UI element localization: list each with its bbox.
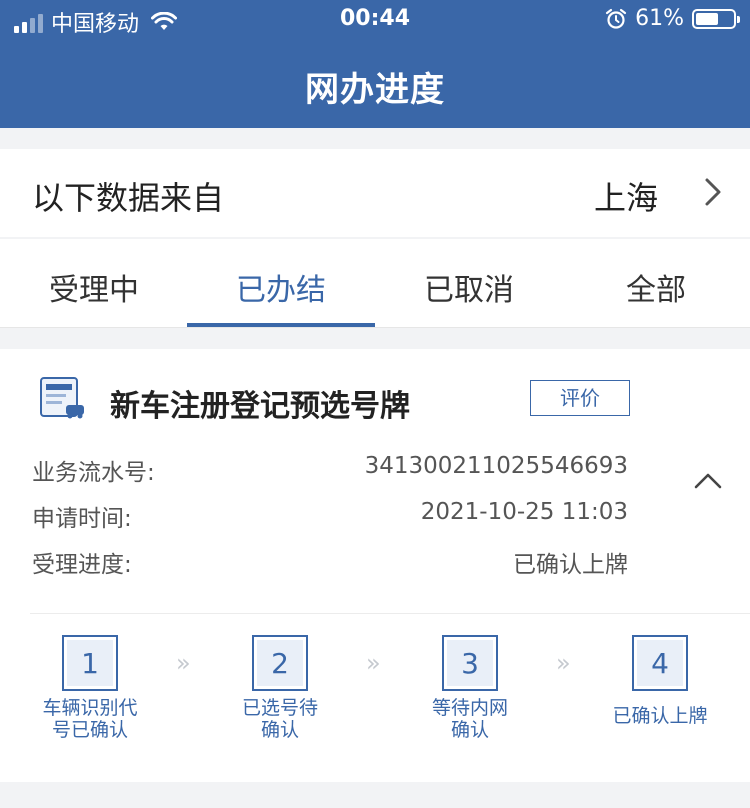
step-label-line1: 车辆识别代 [42, 697, 138, 719]
app-header: 中国移动 00:44 61% 网办进度 [0, 0, 750, 128]
divider [30, 613, 750, 614]
tab-cancelled[interactable]: 已取消 [375, 265, 563, 309]
step-arrow-icon: » [366, 649, 381, 677]
step-label-line2: 号已确认 [51, 719, 128, 741]
alarm-icon [605, 8, 627, 29]
step-label-line2: 确认 [260, 719, 299, 741]
data-source-row[interactable]: 以下数据来自 上海 [0, 149, 750, 237]
step-label-line2: 确认 [450, 719, 489, 741]
step-number: 2 [257, 640, 303, 686]
battery-icon [692, 8, 740, 29]
tab-in-progress[interactable]: 受理中 [0, 265, 188, 309]
step-label-line1: 已选号待 [241, 697, 318, 719]
page-title: 网办进度 [305, 70, 445, 110]
status-bar: 中国移动 00:44 61% [0, 0, 750, 40]
apply-time-value: 2021-10-25 11:03 [420, 499, 628, 525]
step-number-box: 3 [442, 635, 498, 691]
serial-number-value: 341300211025546693 [364, 453, 628, 479]
tab-all[interactable]: 全部 [562, 265, 750, 309]
status-tabs: 受理中 已办结 已取消 全部 [0, 239, 750, 328]
rate-button[interactable]: 评价 [530, 380, 630, 416]
step-number-box: 4 [632, 635, 688, 691]
step-arrow-icon: » [556, 649, 571, 677]
service-title: 新车注册登记预选号牌 [110, 389, 410, 424]
vehicle-plate-icon [40, 377, 84, 419]
data-source-city: 上海 [593, 179, 658, 217]
step-4: 4 已确认上牌 [580, 635, 740, 727]
serial-number-label: 业务流水号: [32, 460, 155, 486]
active-tab-indicator [187, 323, 375, 327]
step-number: 1 [67, 640, 113, 686]
step-number-box: 1 [62, 635, 118, 691]
step-arrow-icon: » [176, 649, 191, 677]
record-card: 新车注册登记预选号牌 评价 业务流水号: 341300211025546693 … [0, 349, 750, 782]
progress-value: 已确认上牌 [513, 552, 628, 578]
step-number-box: 2 [252, 635, 308, 691]
battery-percent: 61% [635, 6, 684, 31]
chevron-right-icon [705, 178, 721, 206]
step-label-line1: 等待内网 [431, 697, 508, 719]
step-3: 3 等待内网 确认 [390, 635, 550, 741]
apply-time-label: 申请时间: [32, 506, 132, 532]
step-label-line1: 已确认上牌 [612, 705, 708, 727]
data-source-label: 以下数据来自 [32, 179, 225, 217]
step-1: 1 车辆识别代 号已确认 [10, 635, 170, 741]
step-number: 4 [637, 640, 683, 686]
step-2: 2 已选号待 确认 [200, 635, 360, 741]
chevron-up-icon[interactable] [694, 473, 722, 489]
progress-label: 受理进度: [32, 552, 132, 578]
step-number: 3 [447, 640, 493, 686]
tab-completed[interactable]: 已办结 [187, 265, 375, 309]
